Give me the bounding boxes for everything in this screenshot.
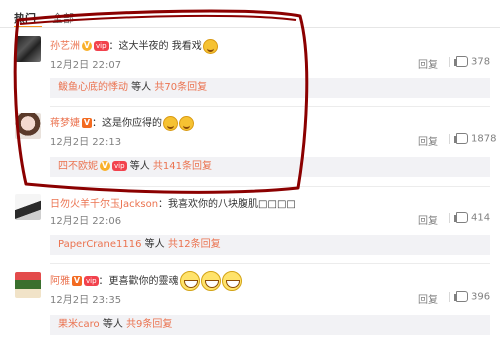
comment-line: 阿雅 Vvip ：更喜歡你的靈魂: [50, 271, 242, 291]
grin-emoji-icon: [179, 271, 200, 291]
comment-text: ：我喜欢你的八块腹肌□□□□: [158, 199, 296, 210]
vip-badge-icon: vip: [112, 161, 127, 171]
vip-badge-icon: vip: [84, 276, 99, 286]
reply-button[interactable]: 回复: [418, 291, 438, 306]
like-button[interactable]: 378: [454, 56, 491, 68]
smile-emoji-icon: [202, 38, 218, 54]
like-count: 378: [471, 56, 491, 68]
verified-v-icon: V: [72, 276, 82, 286]
verified-v-icon: V: [100, 161, 110, 171]
sub-reply-count[interactable]: 共141条回复: [153, 161, 212, 172]
sub-reply-middle: 等人: [99, 319, 126, 330]
comment-time: 12月2日 22:13: [50, 137, 122, 148]
smile-emoji-icon: [163, 115, 178, 131]
avatar[interactable]: [15, 194, 41, 220]
sub-reply-summary[interactable]: 果米caro 等人 共9条回复: [50, 315, 490, 335]
grin-emoji-icon: [221, 271, 242, 291]
header-divider: [0, 27, 500, 28]
comment-text: ：这大半夜的 我看戏: [108, 41, 202, 52]
username[interactable]: 日勿火羊千尔玉Jackson: [50, 199, 158, 210]
comment-divider: [50, 106, 490, 107]
avatar[interactable]: [15, 272, 41, 298]
verified-v-icon: V: [82, 118, 92, 128]
sub-reply-summary[interactable]: 鲅鱼心底的悸动 等人 共70条回复: [50, 78, 490, 98]
thumbs-up-icon: [454, 291, 468, 302]
sub-reply-user[interactable]: PaperCrane1116: [58, 239, 141, 250]
comment-line: 孙艺洲 Vvip ：这大半夜的 我看戏: [50, 37, 218, 54]
like-button[interactable]: 1878: [454, 133, 497, 145]
sub-reply-count[interactable]: 共70条回复: [154, 82, 207, 93]
smile-emoji-icon: [179, 115, 194, 131]
comment-line: 日勿火羊千尔玉Jackson：我喜欢你的八块腹肌□□□□: [50, 195, 296, 210]
comment-divider: [50, 186, 490, 187]
username[interactable]: 阿雅: [50, 276, 70, 287]
like-count: 414: [471, 212, 491, 224]
action-separator: [449, 213, 450, 223]
comment-line: 蒋梦婕 V ：这是你应得的: [50, 114, 194, 131]
grin-emoji-icon: [200, 271, 221, 291]
tab-hot[interactable]: 热门: [14, 10, 36, 26]
comment-time: 12月2日 22:07: [50, 60, 122, 71]
username[interactable]: 孙艺洲: [50, 41, 80, 52]
like-count: 1878: [471, 133, 497, 145]
comment-time: 12月2日 22:06: [50, 216, 122, 227]
comment-text: ：更喜歡你的靈魂: [98, 276, 179, 287]
thumbs-up-icon: [454, 212, 468, 223]
vip-badge-icon: vip: [94, 41, 109, 51]
reply-button[interactable]: 回复: [418, 212, 438, 227]
action-separator: [449, 134, 450, 144]
comment-time: 12月2日 23:35: [50, 295, 122, 306]
username[interactable]: 蒋梦婕: [50, 118, 80, 129]
sub-reply-middle: 等人: [126, 161, 153, 172]
sub-reply-count[interactable]: 共9条回复: [126, 319, 172, 330]
verified-v-icon: V: [82, 41, 92, 51]
sub-reply-user[interactable]: 四不欧妮: [58, 161, 98, 172]
avatar[interactable]: [15, 36, 41, 62]
action-separator: [449, 292, 450, 302]
sub-reply-middle: 等人: [128, 82, 155, 93]
reply-button[interactable]: 回复: [418, 56, 438, 71]
like-count: 396: [471, 291, 491, 303]
comment-text: ：这是你应得的: [92, 118, 162, 129]
tab-all[interactable]: 全部: [52, 10, 74, 26]
thumbs-up-icon: [454, 56, 468, 67]
sub-reply-count[interactable]: 共12条回复: [168, 239, 221, 250]
thumbs-up-icon: [454, 133, 468, 144]
reply-button[interactable]: 回复: [418, 133, 438, 148]
sub-reply-summary[interactable]: 四不欧妮 Vvip 等人 共141条回复: [50, 157, 490, 177]
sub-reply-middle: 等人: [141, 239, 168, 250]
like-button[interactable]: 414: [454, 212, 491, 224]
sub-reply-summary[interactable]: PaperCrane1116 等人 共12条回复: [50, 235, 490, 255]
action-separator: [449, 57, 450, 67]
like-button[interactable]: 396: [454, 291, 491, 303]
comment-divider: [50, 263, 490, 264]
sub-reply-user[interactable]: 果米caro: [58, 319, 100, 330]
avatar[interactable]: [15, 113, 41, 139]
sub-reply-user[interactable]: 鲅鱼心底的悸动: [58, 82, 128, 93]
